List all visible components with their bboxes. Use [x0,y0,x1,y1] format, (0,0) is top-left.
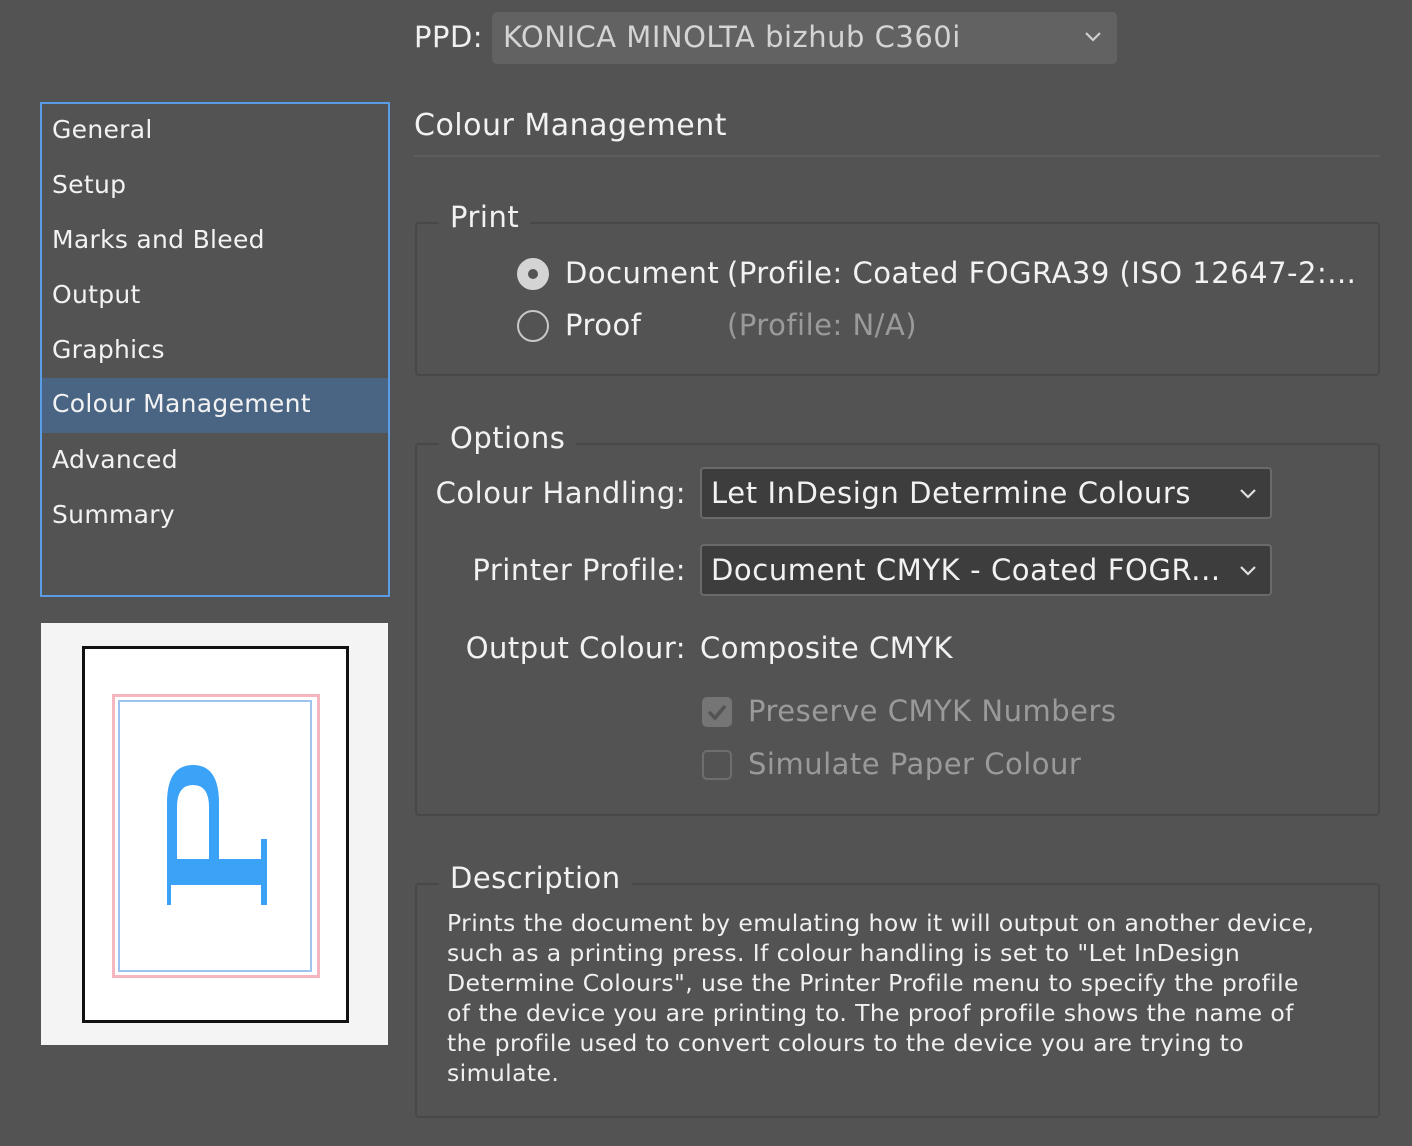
sidebar-item-output[interactable]: Output [42,269,388,324]
colour-handling-dropdown[interactable]: Let InDesign Determine Colours [700,467,1272,519]
sidebar-item-marks-and-bleed[interactable]: Marks and Bleed [42,214,388,269]
page-preview [41,623,388,1045]
print-legend: Print [439,200,531,234]
document-radio[interactable] [517,258,549,290]
preserve-cmyk-checkbox[interactable] [702,697,732,727]
ppd-dropdown[interactable]: KONICA MINOLTA bizhub C360i [492,12,1117,64]
divider [414,155,1380,157]
sidebar-nav: General Setup Marks and Bleed Output Gra… [40,102,390,597]
description-legend: Description [439,861,632,895]
sidebar-item-advanced[interactable]: Advanced [42,434,388,489]
proof-profile-text: (Profile: N/A) [727,308,918,342]
proof-radio[interactable] [517,310,549,342]
sidebar-item-general[interactable]: General [42,104,388,159]
description-text: Prints the document by emulating how it … [447,908,1347,1088]
sidebar-item-setup[interactable]: Setup [42,159,388,214]
document-radio-label[interactable]: Document [565,256,719,290]
preview-page-glyph-icon [167,765,267,905]
document-profile-text: (Profile: Coated FOGRA39 (ISO 12647-2:..… [727,256,1357,290]
printer-profile-value: Document CMYK - Coated FOGR... [711,553,1221,587]
ppd-label: PPD: [414,20,484,54]
description-line: the profile used to convert colours to t… [447,1029,1245,1057]
description-line: of the device you are printing to. The p… [447,999,1294,1027]
output-colour-label: Output Colour: [465,631,686,665]
proof-radio-label[interactable]: Proof [565,308,641,342]
simulate-paper-label[interactable]: Simulate Paper Colour [748,747,1081,781]
preserve-cmyk-label[interactable]: Preserve CMYK Numbers [748,694,1117,728]
panel-title: Colour Management [414,108,727,143]
chevron-down-icon [1240,566,1256,576]
ppd-value: KONICA MINOLTA bizhub C360i [503,20,961,54]
sidebar-item-graphics[interactable]: Graphics [42,324,388,379]
description-line: simulate. [447,1059,560,1087]
description-line: such as a printing press. If colour hand… [447,939,1241,967]
printer-profile-label: Printer Profile: [472,553,686,587]
description-line: Determine Colours", use the Printer Prof… [447,969,1299,997]
printer-profile-dropdown[interactable]: Document CMYK - Coated FOGR... [700,544,1272,596]
simulate-paper-checkbox[interactable] [702,750,732,780]
sidebar-item-colour-management[interactable]: Colour Management [42,378,388,433]
sidebar-item-summary[interactable]: Summary [42,489,388,544]
output-colour-value: Composite CMYK [700,631,953,665]
checkmark-icon [707,704,727,721]
chevron-down-icon [1085,32,1101,42]
print-group: Print [415,200,1380,376]
description-line: Prints the document by emulating how it … [447,909,1315,937]
preview-paper [82,646,349,1023]
print-dialog: PPD: KONICA MINOLTA bizhub C360i General… [0,0,1412,1146]
colour-handling-value: Let InDesign Determine Colours [711,476,1192,510]
options-legend: Options [439,421,577,455]
colour-handling-label: Colour Handling: [435,476,686,510]
chevron-down-icon [1240,489,1256,499]
